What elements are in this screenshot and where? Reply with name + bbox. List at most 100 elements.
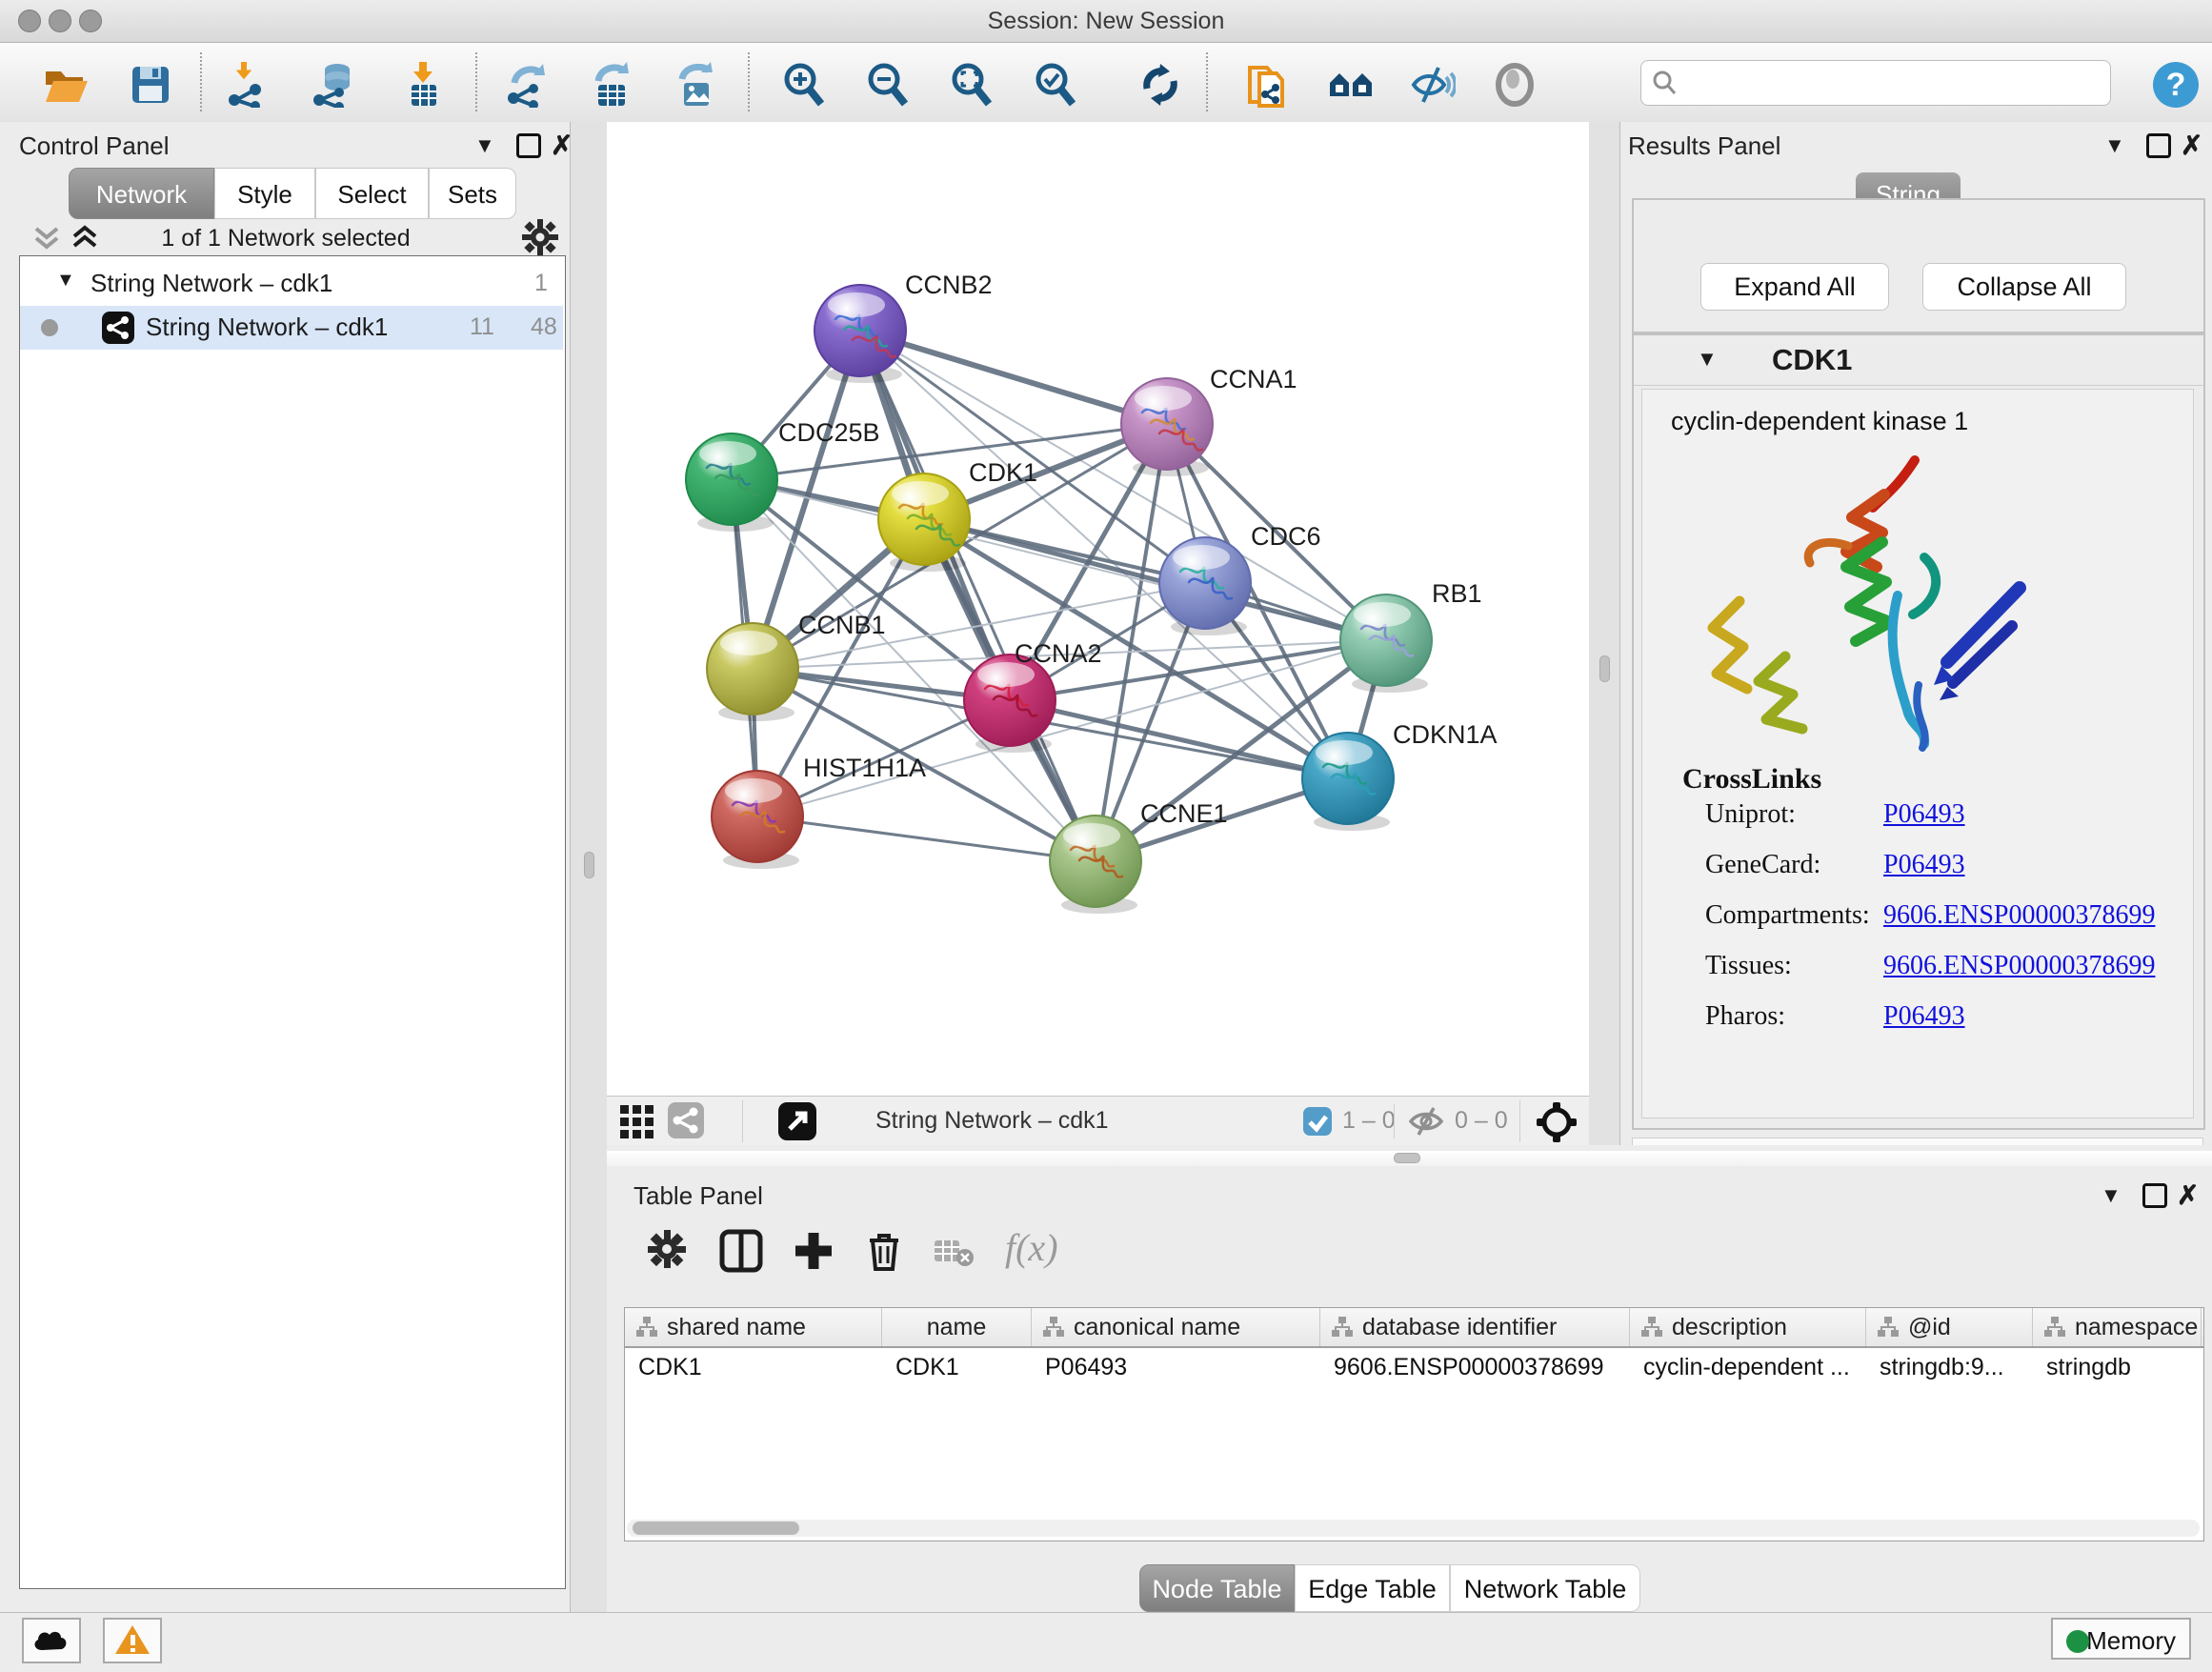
network-options-gear-icon[interactable] [522,219,558,260]
open-session-icon[interactable] [42,62,88,108]
crosslink-link[interactable]: P06493 [1883,850,1965,880]
zoom-selected-icon[interactable] [1033,62,1078,108]
table-settings-gear-icon[interactable] [647,1229,691,1273]
table-cell[interactable]: cyclin-dependent ... [1643,1354,1860,1386]
table-cell[interactable]: CDK1 [638,1354,876,1386]
node-table[interactable]: shared namenamecanonical namedatabase id… [624,1307,2204,1541]
network-node-HIST1H1A[interactable]: HIST1H1A [712,754,926,869]
help-button[interactable]: ? [2151,60,2201,114]
column-header-canonical-name[interactable]: canonical name [1032,1308,1320,1346]
crosslink-link[interactable]: P06493 [1883,799,1965,830]
hidden-eye-slash-icon[interactable] [1407,1106,1445,1141]
network-edge[interactable] [757,816,1096,861]
results-panel-menu-caret[interactable]: ▼ [2104,133,2125,158]
create-column-plus-icon[interactable] [792,1229,835,1273]
crosslink-link[interactable]: 9606.ENSP00000378699 [1883,900,2155,931]
import-table-icon[interactable] [400,62,446,108]
share-document-icon[interactable] [1244,62,1290,108]
table-panel-float-button[interactable] [2142,1183,2167,1208]
expand-all-button[interactable]: Expand All [1700,263,1889,311]
gene-disclosure-triangle[interactable]: ▼ [1697,347,1718,372]
network-node-CDC25B[interactable]: CDC25B [686,418,880,532]
save-session-icon[interactable] [128,62,173,108]
crosslink-link[interactable]: 9606.ENSP00000378699 [1883,951,2155,981]
cloud-button[interactable] [22,1618,81,1663]
hidden-count: 0 – 0 [1455,1107,1508,1135]
show-columns-icon[interactable] [719,1229,763,1273]
tab-style[interactable]: Style [214,168,315,219]
column-header-namespace[interactable]: namespace [2033,1308,2202,1346]
table-panel-close-button[interactable]: ✗ [2177,1179,2199,1211]
column-header-name[interactable]: name [882,1308,1032,1346]
memory-button[interactable]: Memory [2051,1618,2191,1660]
crosslink-link[interactable]: P06493 [1883,1001,1965,1032]
zoom-out-icon[interactable] [865,62,911,108]
search-input[interactable] [1685,65,2099,99]
birds-eye-view-icon[interactable] [618,1103,656,1144]
open-in-string-icon[interactable] [778,1102,816,1140]
tab-edge-table[interactable]: Edge Table [1295,1564,1450,1612]
control-panel-menu-caret[interactable]: ▼ [474,133,495,158]
network-node-CCNB2[interactable]: CCNB2 [814,271,993,383]
string-network-graph[interactable]: CCNB2CCNA1CDC25BCDK1CDC6RB1CCNB1CCNA2CDK… [607,122,1589,1096]
refresh-icon[interactable] [1137,62,1183,108]
right-splitter-handle[interactable] [1599,655,1610,682]
warnings-button[interactable] [103,1618,162,1663]
network-collection-row[interactable]: ▼ String Network – cdk1 1 [20,262,563,306]
fit-selected-crosshair-icon[interactable] [1536,1101,1578,1148]
network-node-RB1[interactable]: RB1 [1340,579,1482,693]
table-cell[interactable]: 9606.ENSP00000378699 [1334,1354,1624,1386]
home-networks-icon[interactable] [1328,62,1374,108]
collapse-all-button[interactable]: Collapse All [1922,263,2126,311]
results-panel-close-button[interactable]: ✗ [2181,130,2202,161]
tab-network-table[interactable]: Network Table [1450,1564,1640,1612]
import-network-from-database-icon[interactable] [312,62,358,108]
table-scrollbar-thumb[interactable] [633,1521,799,1535]
column-header-shared-name[interactable]: shared name [625,1308,882,1346]
right-splitter[interactable] [1589,122,1619,1145]
memory-label: Memory [2086,1626,2176,1655]
control-panel-float-button[interactable] [516,133,541,158]
network-edge[interactable] [860,331,1167,424]
table-cell[interactable]: P06493 [1045,1354,1315,1386]
hide-unhide-icon[interactable] [1410,62,1456,108]
left-splitter-handle[interactable] [584,852,594,878]
control-panel-close-button[interactable]: ✗ [551,130,573,161]
table-cell[interactable]: CDK1 [895,1354,1026,1386]
tab-node-table[interactable]: Node Table [1139,1564,1295,1612]
toolbar-search-field[interactable] [1640,60,2111,106]
column-header--id[interactable]: @id [1866,1308,2033,1346]
expand-all-networks-icon[interactable] [70,223,99,256]
string-style-icon[interactable] [668,1102,704,1138]
network-node-CDKN1A[interactable]: CDKN1A [1302,720,1498,831]
tab-network[interactable]: Network [69,168,214,219]
results-panel-float-button[interactable] [2146,133,2171,158]
import-network-icon[interactable] [227,62,272,108]
export-image-icon[interactable] [674,62,720,108]
tab-sets[interactable]: Sets [429,168,516,219]
zoom-in-icon[interactable] [781,62,827,108]
crosslink-label: GeneCard: [1705,850,1820,880]
export-network-icon[interactable] [505,62,551,108]
table-cell[interactable]: stringdb [2046,1354,2196,1386]
collection-disclosure-triangle[interactable]: ▼ [56,270,75,292]
delete-column-trash-icon[interactable] [862,1229,906,1273]
network-view-canvas[interactable]: CCNB2CCNA1CDC25BCDK1CDC6RB1CCNB1CCNA2CDK… [607,122,1589,1096]
selected-checkbox-icon[interactable] [1302,1106,1333,1141]
gene-header-row[interactable]: ▼ CDK1 [1634,335,2203,386]
network-row-selected[interactable]: String Network – cdk1 11 48 [20,306,563,350]
collapse-all-networks-icon[interactable] [32,223,61,256]
left-splitter[interactable] [571,122,607,1612]
table-panel-menu-caret[interactable]: ▼ [2101,1183,2122,1208]
tab-select[interactable]: Select [315,168,429,219]
table-cell[interactable]: stringdb:9... [1880,1354,2027,1386]
table-header-row: shared namenamecanonical namedatabase id… [625,1308,2203,1348]
column-header-database-identifier[interactable]: database identifier [1320,1308,1630,1346]
network-node-CCNA1[interactable]: CCNA1 [1121,365,1297,476]
table-horizontal-scrollbar[interactable] [627,1520,2200,1537]
bottom-splitter-handle[interactable] [1394,1153,1420,1163]
zoom-fit-icon[interactable] [949,62,995,108]
network-node-CCNA2[interactable]: CCNA2 [964,639,1102,753]
export-table-icon[interactable] [591,62,636,108]
column-header-description[interactable]: description [1630,1308,1866,1346]
